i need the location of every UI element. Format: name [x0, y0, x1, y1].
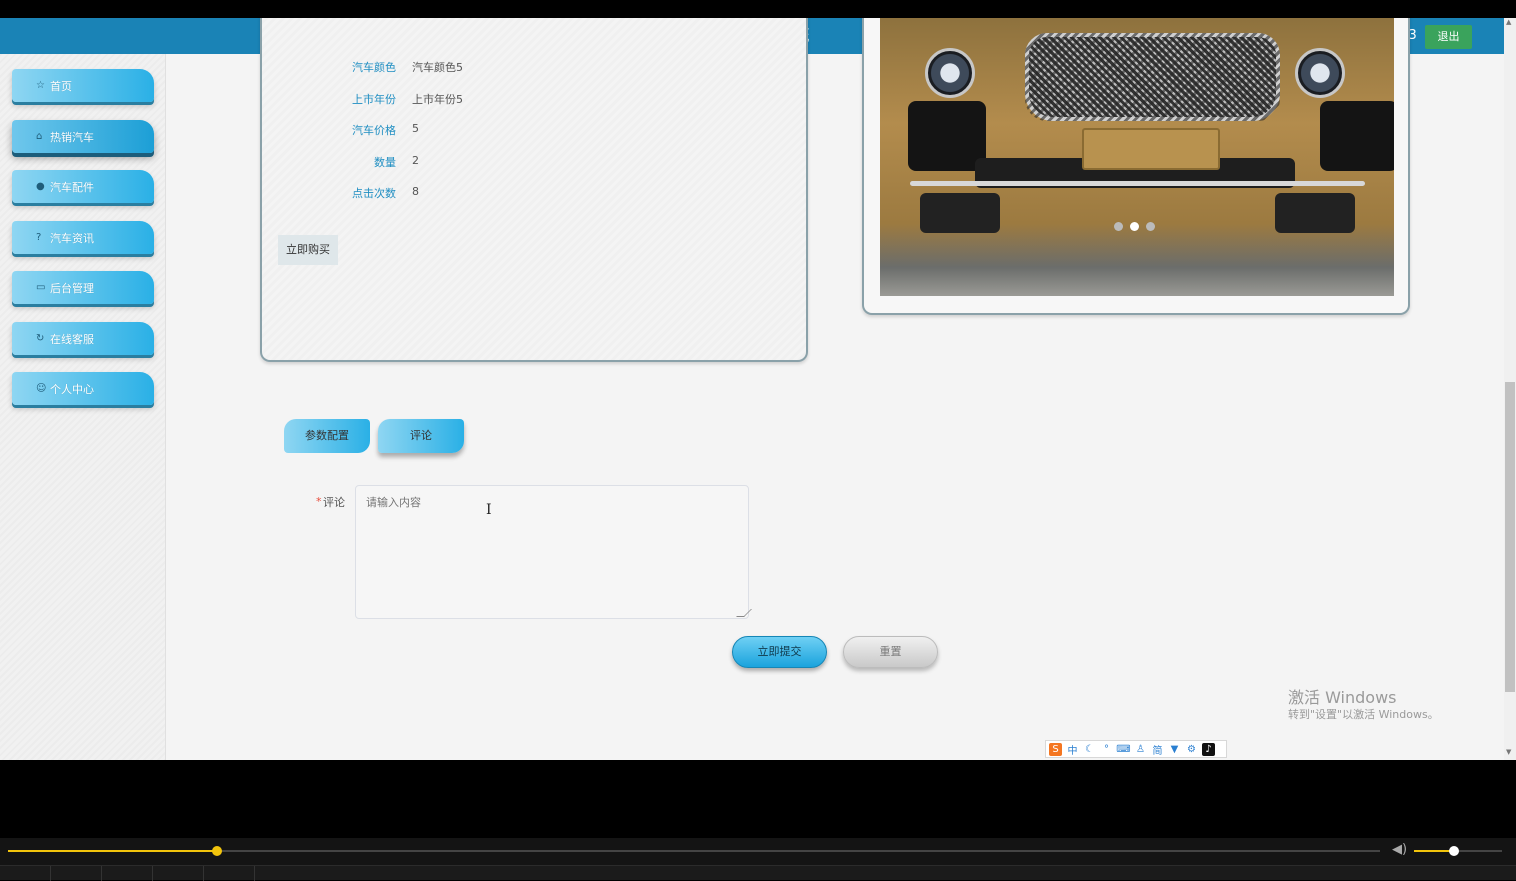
progress-fill [8, 850, 217, 852]
car-detail-card: 汽车颜色 汽车颜色5 上市年份 上市年份5 汽车价格 5 数量 2 点击次数 8… [260, 18, 808, 362]
detail-row-clicks: 点击次数 8 [262, 185, 810, 205]
calendar-icon: ▭ [36, 282, 46, 293]
car-tire [1275, 193, 1355, 233]
carousel-dot[interactable] [1114, 222, 1123, 231]
vertical-scrollbar[interactable]: ▲ ▼ [1504, 18, 1516, 760]
buy-now-button[interactable]: 立即购买 [278, 235, 338, 265]
tab-comments[interactable]: 评论 [378, 419, 464, 453]
scroll-down-icon[interactable]: ▼ [1506, 748, 1511, 756]
car-chrome-strip [910, 181, 1365, 186]
field-value: 5 [412, 122, 419, 135]
car-air-vent [1320, 101, 1394, 171]
sidebar-item-hot-cars[interactable]: ⌂ 热销汽车 [12, 120, 154, 153]
carousel-dot[interactable] [1146, 222, 1155, 231]
moon-icon[interactable]: ☾ [1083, 743, 1096, 756]
car-tire [920, 193, 1000, 233]
comment-label: 评论 [323, 496, 345, 509]
sidebar: ☆ 首页 ⌂ 热销汽车 ● 汽车配件 ? 汽车资讯 ▭ 后台管理 ↻ 在线客服 [0, 54, 166, 760]
car-headlamp [925, 48, 975, 98]
field-value: 2 [412, 154, 419, 167]
sidebar-item-label: 在线客服 [50, 332, 94, 346]
volume-icon[interactable]: ◀) [1392, 842, 1407, 857]
car-photo[interactable] [880, 18, 1394, 296]
punctuation-icon[interactable]: ° [1100, 743, 1113, 756]
ime-script-icon[interactable]: 简 [1151, 743, 1164, 757]
ime-toolbar: S 中 ☾ ° ⌨ ♙ 简 ▼ ⚙ ♪ [1045, 740, 1227, 758]
detail-row-year: 上市年份 上市年份5 [262, 91, 810, 111]
car-license-plate [1082, 128, 1220, 170]
text-cursor-icon: I [486, 502, 492, 518]
question-icon: ? [36, 232, 42, 243]
sidebar-item-label: 汽车配件 [50, 180, 94, 194]
parts-icon: ● [36, 181, 45, 192]
carousel-dot[interactable] [1130, 222, 1139, 231]
sidebar-item-online-service[interactable]: ↻ 在线客服 [12, 322, 154, 355]
field-label: 数量 [374, 156, 396, 169]
scrollbar-thumb[interactable] [1505, 382, 1515, 692]
sogou-logo-icon[interactable]: S [1049, 742, 1062, 756]
field-value: 上市年份5 [412, 93, 463, 106]
tiktok-icon[interactable]: ♪ [1202, 742, 1215, 756]
screen: 汽车服务管理系统 333 退出 ☆ 首页 ⌂ 热销汽车 ● 汽车配件 ? 汽车资… [0, 0, 1516, 881]
detail-row-quantity: 数量 2 [262, 154, 810, 174]
field-value: 汽车颜色5 [412, 61, 463, 74]
activation-watermark-title: 激活 Windows [1288, 688, 1397, 707]
headset-icon: ↻ [36, 333, 45, 344]
sidebar-item-label: 汽车资讯 [50, 231, 94, 245]
detail-row-color: 汽车颜色 汽车颜色5 [262, 59, 810, 79]
comment-textarea[interactable] [355, 485, 749, 619]
sidebar-item-home[interactable]: ☆ 首页 [12, 69, 154, 102]
field-value: 8 [412, 185, 419, 198]
reset-button[interactable]: 重置 [843, 636, 938, 668]
submit-button[interactable]: 立即提交 [732, 636, 827, 668]
browser-page: 汽车服务管理系统 333 退出 ☆ 首页 ⌂ 热销汽车 ● 汽车配件 ? 汽车资… [0, 18, 1516, 760]
sidebar-item-label: 后台管理 [50, 281, 94, 295]
ime-mode-icon[interactable]: 中 [1066, 743, 1079, 757]
user-icon[interactable]: ♙ [1134, 743, 1147, 756]
user-icon: ☺ [36, 383, 47, 394]
sidebar-item-profile[interactable]: ☺ 个人中心 [12, 372, 154, 405]
sidebar-item-car-parts[interactable]: ● 汽车配件 [12, 170, 154, 203]
scroll-up-icon[interactable]: ▲ [1506, 18, 1511, 26]
sidebar-item-car-news[interactable]: ? 汽车资讯 [12, 221, 154, 254]
sidebar-item-label: 首页 [50, 79, 72, 93]
shirt-icon[interactable]: ▼ [1168, 743, 1181, 756]
gear-icon[interactable]: ⚙ [1185, 743, 1198, 756]
field-label: 点击次数 [352, 187, 396, 200]
progress-handle[interactable] [211, 846, 222, 856]
sidebar-item-label: 个人中心 [50, 382, 94, 396]
car-headlamp [1295, 48, 1345, 98]
sidebar-item-admin[interactable]: ▭ 后台管理 [12, 271, 154, 304]
tab-params[interactable]: 参数配置 [284, 419, 370, 453]
image-carousel [862, 18, 1410, 315]
activation-watermark-hint: 转到"设置"以激活 Windows。 [1288, 708, 1439, 721]
car-grille-mesh [1025, 33, 1280, 121]
sidebar-item-label: 热销汽车 [50, 130, 94, 144]
bag-icon: ⌂ [36, 131, 43, 142]
volume-fill [1414, 850, 1454, 852]
detail-row-price: 汽车价格 5 [262, 122, 810, 142]
video-player-controls: ◀) [0, 838, 1516, 881]
car-air-vent [908, 101, 986, 171]
field-label: 上市年份 [352, 93, 396, 106]
volume-handle[interactable] [1448, 846, 1459, 856]
star-icon: ☆ [36, 80, 45, 91]
player-bottom-bar [0, 865, 1516, 881]
carousel-indicators [1114, 222, 1155, 231]
keyboard-icon[interactable]: ⌨ [1116, 743, 1130, 756]
logout-button[interactable]: 退出 [1425, 25, 1472, 49]
required-mark: * [316, 495, 322, 508]
field-label: 汽车颜色 [352, 61, 396, 74]
field-label: 汽车价格 [352, 124, 396, 137]
